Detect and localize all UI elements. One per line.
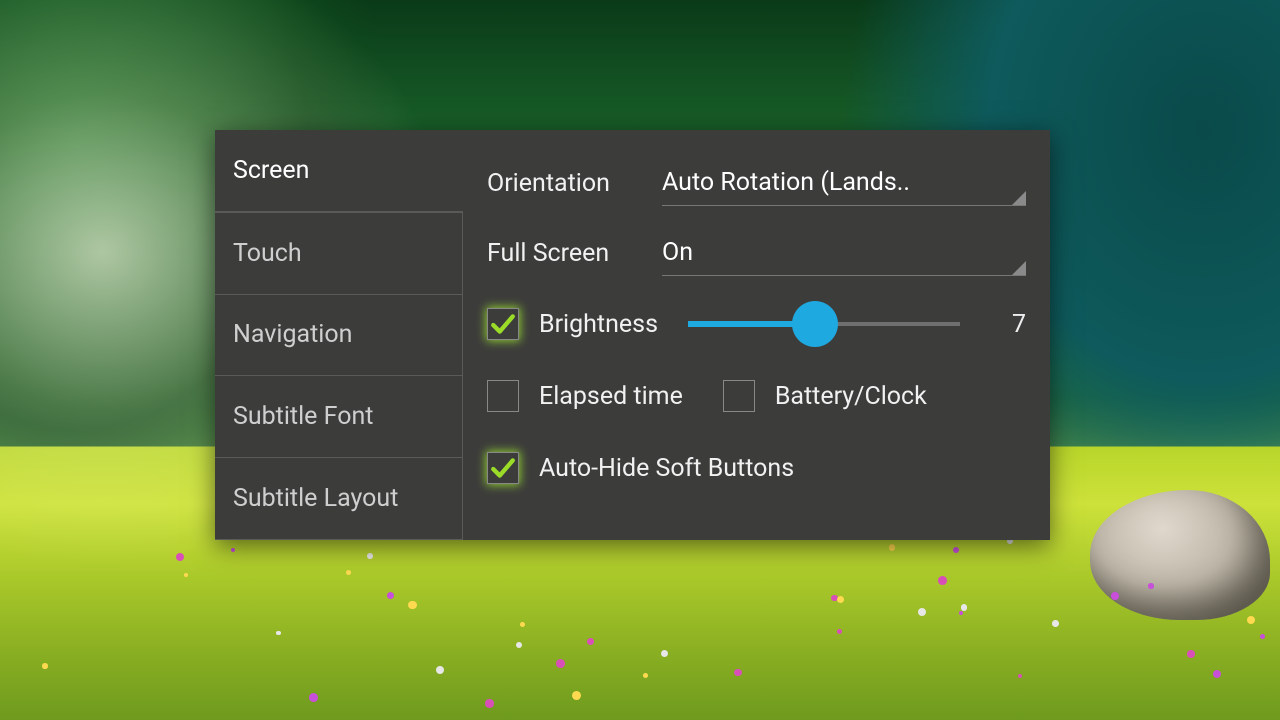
fullscreen-label: Full Screen xyxy=(487,239,662,268)
scene-flower xyxy=(436,666,444,674)
scene-flower xyxy=(346,570,351,575)
brightness-slider-wrap: 7 xyxy=(688,301,1026,347)
scene-flower xyxy=(938,576,947,585)
orientation-spinner[interactable]: Auto Rotation (Lands.. xyxy=(662,161,1026,206)
scene-flower xyxy=(734,669,742,677)
tab-label: Subtitle Font xyxy=(233,402,373,431)
row-autohide: Auto-Hide Soft Buttons xyxy=(487,432,1026,504)
elapsed-label: Elapsed time xyxy=(539,382,683,411)
tab-screen[interactable]: Screen xyxy=(215,130,463,212)
scene-flower xyxy=(556,659,565,668)
row-brightness: Brightness 7 xyxy=(487,288,1026,360)
orientation-value: Auto Rotation (Lands.. xyxy=(662,168,910,197)
autohide-checkbox[interactable] xyxy=(487,452,519,484)
scene-flower xyxy=(1148,583,1154,589)
tab-label: Screen xyxy=(233,156,310,185)
fullscreen-value: On xyxy=(662,238,693,267)
scene-flower xyxy=(184,573,188,577)
brightness-slider[interactable] xyxy=(688,301,960,347)
slider-thumb[interactable] xyxy=(792,301,838,347)
scene-flower xyxy=(520,622,525,627)
scene-rock xyxy=(1090,490,1270,620)
scene-flower xyxy=(572,691,581,700)
tab-label: Touch xyxy=(233,239,302,268)
scene-flower xyxy=(1111,592,1118,599)
tab-touch[interactable]: Touch xyxy=(215,212,463,295)
settings-panel: Screen Touch Navigation Subtitle Font Su… xyxy=(215,130,1050,540)
scene-flower xyxy=(42,663,47,668)
scene-flower xyxy=(643,673,648,678)
fullscreen-spinner[interactable]: On xyxy=(662,231,1026,276)
settings-content: Orientation Auto Rotation (Lands.. Full … xyxy=(463,130,1050,540)
battery-checkbox[interactable] xyxy=(723,380,755,412)
brightness-value: 7 xyxy=(978,310,1026,339)
scene-flower xyxy=(837,629,842,634)
battery-label: Battery/Clock xyxy=(775,382,927,411)
scene-flower xyxy=(587,638,594,645)
scene-flower xyxy=(1052,620,1059,627)
scene-flower xyxy=(387,592,394,599)
scene-flower xyxy=(837,596,844,603)
brightness-checkbox[interactable] xyxy=(487,308,519,340)
scene-flower xyxy=(1260,634,1265,639)
brightness-label: Brightness xyxy=(539,310,658,339)
settings-sidebar: Screen Touch Navigation Subtitle Font Su… xyxy=(215,130,463,540)
scene-flower xyxy=(309,693,318,702)
row-overlay-toggles: Elapsed time Battery/Clock xyxy=(487,360,1026,432)
tab-label: Subtitle Layout xyxy=(233,484,398,513)
tab-label: Navigation xyxy=(233,320,352,349)
scene-flower xyxy=(367,553,373,559)
scene-flower xyxy=(485,699,493,707)
tab-subtitle-layout[interactable]: Subtitle Layout xyxy=(215,458,463,540)
check-icon xyxy=(490,455,516,481)
scene-flower xyxy=(953,547,959,553)
row-orientation: Orientation Auto Rotation (Lands.. xyxy=(487,148,1026,218)
row-fullscreen: Full Screen On xyxy=(487,218,1026,288)
check-icon xyxy=(490,311,516,337)
orientation-label: Orientation xyxy=(487,169,662,198)
autohide-label: Auto-Hide Soft Buttons xyxy=(539,454,794,483)
elapsed-checkbox[interactable] xyxy=(487,380,519,412)
scene-flower xyxy=(516,642,522,648)
tab-subtitle-font[interactable]: Subtitle Font xyxy=(215,376,463,458)
tab-navigation[interactable]: Navigation xyxy=(215,295,463,377)
scene-flower xyxy=(1187,650,1195,658)
